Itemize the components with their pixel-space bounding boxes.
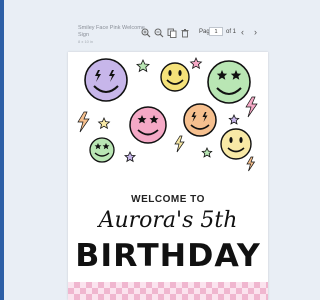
smiley-pink-stars [129,106,167,144]
birthday-headline: BIRTHDAY [75,238,261,274]
zoom-out-icon[interactable] [153,27,164,38]
zoom-in-icon[interactable] [140,27,151,38]
star-decoration [97,117,111,130]
name-line-text: Aurora's 5th [98,208,238,233]
smiley-orange [183,103,217,137]
star-decoration [124,151,136,163]
copy-icon[interactable] [166,27,177,38]
document-title: Smiley Face Pink Welcome Sign [78,25,145,38]
star-decoration [136,59,150,73]
smiley-artwork [77,57,258,172]
lightning-bolt-decoration [246,156,256,172]
lightning-bolt-decoration [77,111,90,133]
smiley-light-yellow [220,128,252,160]
page-count: of 1 [226,29,237,35]
prev-page-button[interactable]: ‹ [241,27,244,37]
checkerboard-border [68,282,268,300]
smiley-green-small [89,137,115,163]
smiley-yellow-top [160,62,190,92]
design-canvas[interactable]: WELCOME TO Aurora's 5th BIRTHDAY [68,52,268,300]
lightning-bolt-decoration [245,96,258,118]
toolbar: Smiley Face Pink Welcome Sign 8 x 10 in … [0,18,300,50]
star-decoration [201,147,213,158]
star-decoration [189,57,203,70]
smiley-purple [84,58,128,102]
smiley-green-stars [207,60,251,104]
page-number-input[interactable]: 1 [209,27,223,36]
welcome-text: WELCOME TO [131,194,205,205]
next-page-button[interactable]: › [254,27,257,37]
document-size: 8 x 10 in [78,39,94,44]
trash-icon[interactable] [179,27,190,38]
lightning-bolt-decoration [174,135,185,153]
star-decoration [228,114,240,125]
